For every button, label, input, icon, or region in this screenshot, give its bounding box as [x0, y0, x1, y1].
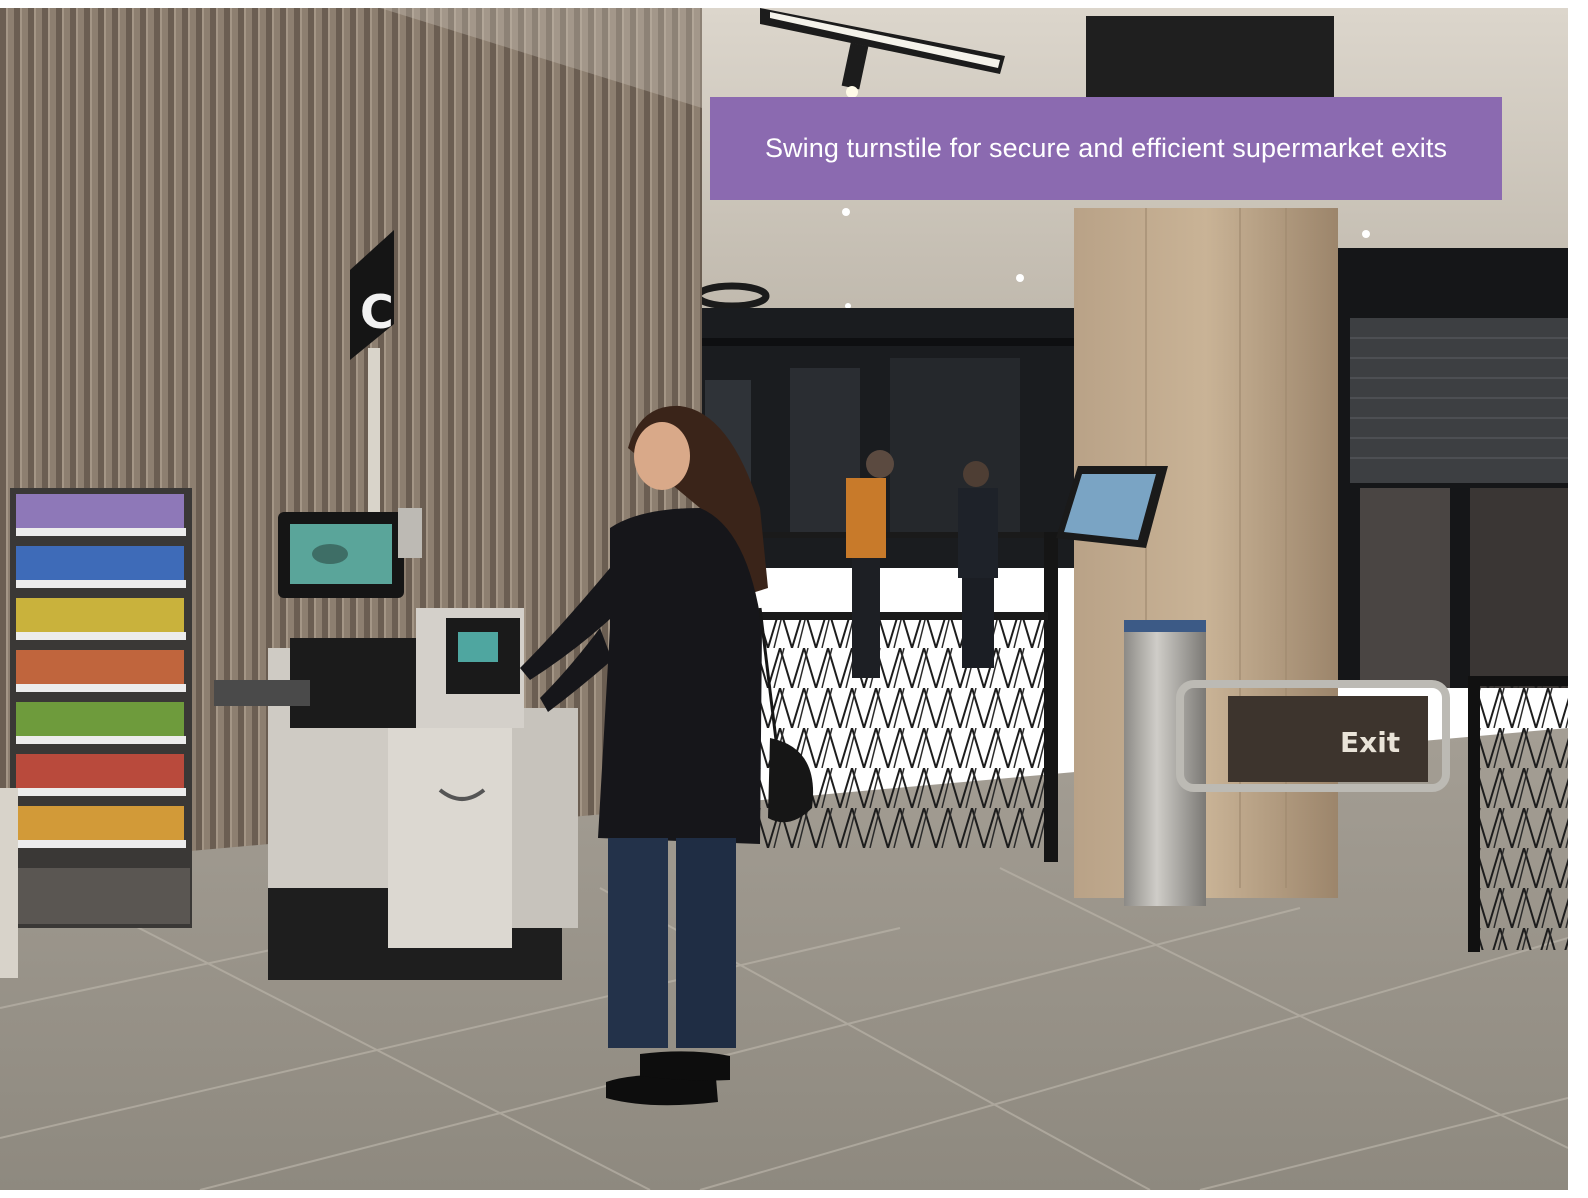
- caption-banner: Swing turnstile for secure and efficient…: [710, 97, 1502, 200]
- aisle-sign-letter: C: [360, 285, 394, 339]
- caption-text: Swing turnstile for secure and efficient…: [764, 133, 1448, 163]
- exit-sign-text: Exit: [1340, 726, 1400, 759]
